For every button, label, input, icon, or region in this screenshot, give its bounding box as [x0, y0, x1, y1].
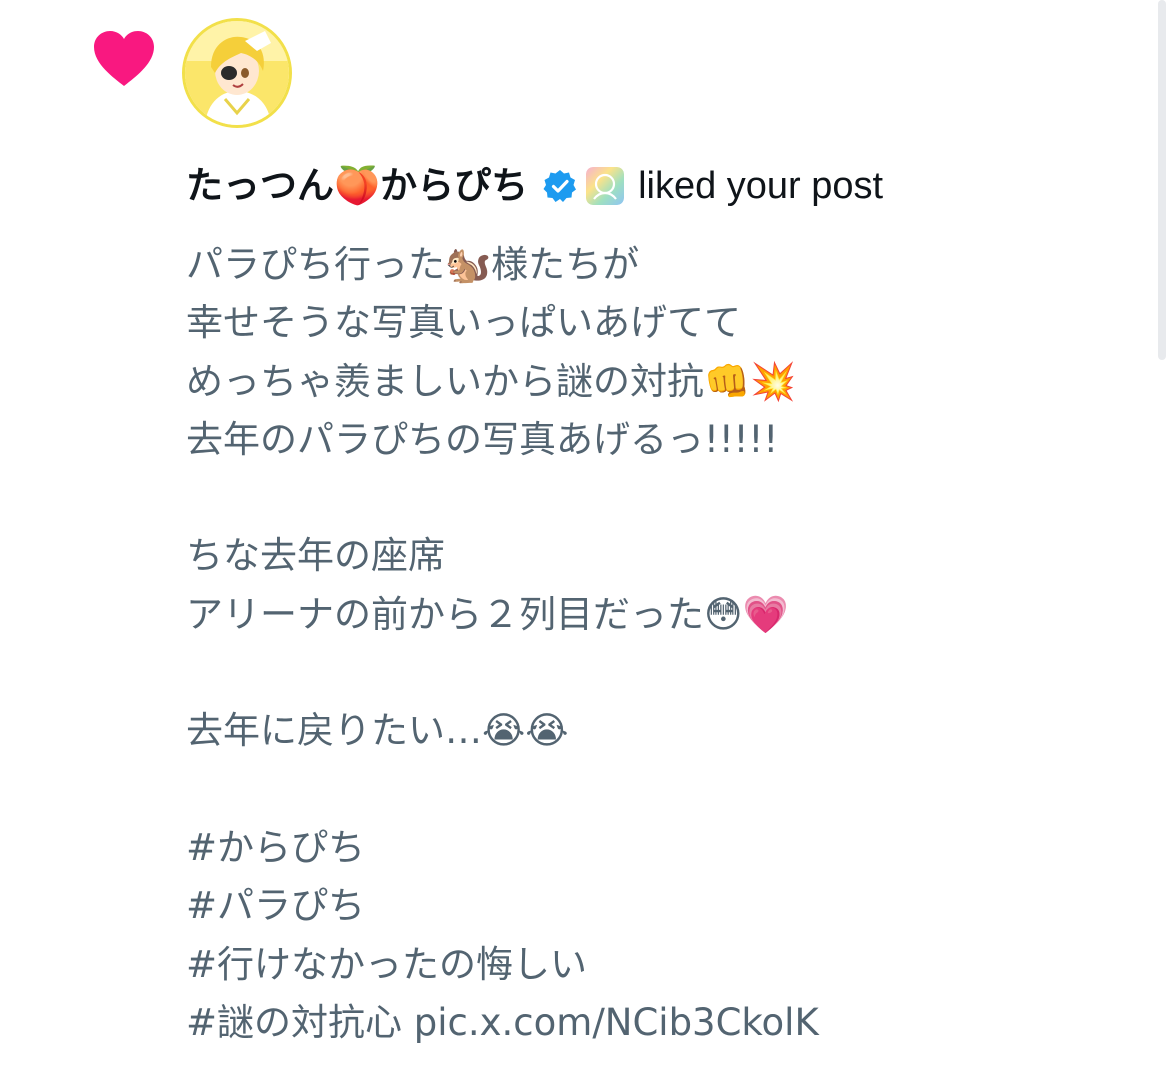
scrollbar[interactable] [1158, 0, 1166, 360]
like-notification[interactable]: たっつん🍑からぴち liked your post パラぴち行った🐿️様たちが … [0, 0, 1170, 1065]
action-text: liked your post [638, 165, 884, 207]
affiliate-badge-icon [586, 167, 625, 205]
avatar[interactable] [182, 18, 292, 128]
heart-icon [94, 31, 154, 86]
user-name[interactable]: たっつん🍑からぴち [186, 160, 528, 212]
verified-badge-icon [543, 170, 577, 202]
post-text[interactable]: パラぴち行った🐿️様たちが 幸せそうな写真いっぱいあげてて めっちゃ羨ましいから… [186, 236, 1126, 1052]
notification-header: たっつん🍑からぴち liked your post [186, 160, 883, 212]
